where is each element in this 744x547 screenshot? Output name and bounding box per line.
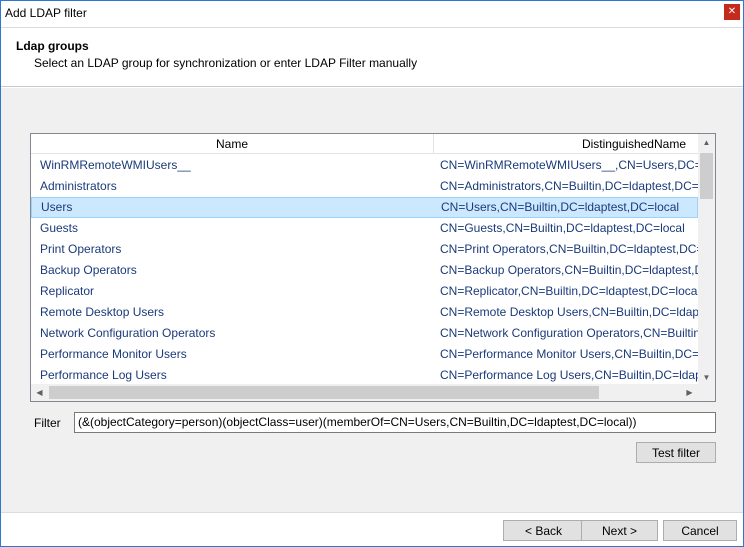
wizard-content: Name DistinguishedName WinRMRemoteWMIUse… [1, 88, 743, 512]
horizontal-scrollbar[interactable]: ◀ ▶ [31, 384, 698, 401]
filter-input[interactable]: (&(objectCategory=person)(objectClass=us… [74, 412, 716, 433]
vertical-scroll-thumb[interactable] [700, 153, 713, 199]
group-name-cell: Performance Log Users [40, 368, 167, 382]
group-name-cell: Backup Operators [40, 263, 137, 277]
list-item[interactable]: Replicator CN=Replicator,CN=Builtin,DC=ld… [31, 281, 698, 302]
horizontal-scroll-thumb[interactable] [49, 386, 599, 399]
scroll-left-icon[interactable]: ◀ [31, 384, 48, 401]
list-item[interactable]: Administrators CN=Administrators,CN=Built… [31, 176, 698, 197]
distinguished-name-cell: CN=Guests,CN=Builtin,DC=ldaptest,DC=loca… [440, 221, 685, 235]
group-name-cell: Replicator [40, 284, 95, 298]
list-item[interactable]: Backup Operators CN=Backup Operators,CN=B… [31, 260, 698, 281]
scroll-right-icon[interactable]: ▶ [681, 384, 698, 401]
title-bar: Add LDAP filter ✕ [1, 1, 743, 27]
group-name-cell: Print Operators [40, 242, 122, 256]
group-name-cell: Network Configuration Operators [40, 326, 216, 340]
close-icon: ✕ [727, 6, 737, 17]
list-item[interactable]: Guests CN=Guests,CN=Builtin,DC=ldaptest,D… [31, 218, 698, 239]
filter-label: Filter [34, 416, 61, 430]
group-name-cell: Performance Monitor Users [40, 347, 187, 361]
column-header-name[interactable]: Name [31, 134, 434, 154]
column-header-distinguished-name[interactable]: DistinguishedName [435, 134, 698, 154]
group-name-cell: Users [41, 200, 73, 214]
ldap-groups-list[interactable]: Name DistinguishedName WinRMRemoteWMIUse… [30, 133, 716, 402]
back-button[interactable]: < Back [503, 520, 584, 541]
distinguished-name-cell: CN=Network Configuration Operators,CN=Bu… [440, 326, 698, 340]
distinguished-name-cell: CN=WinRMRemoteWMIUsers__,CN=Users,DC=lda… [440, 158, 698, 172]
list-item[interactable]: Remote Desktop Users CN=Remote Desktop Us… [31, 302, 698, 323]
distinguished-name-cell: CN=Backup Operators,CN=Builtin,DC=ldapte… [440, 263, 698, 277]
list-item[interactable]: Users CN=Users,CN=Builtin,DC=ldaptest,DC=… [31, 197, 698, 218]
group-name-cell: Remote Desktop Users [40, 305, 165, 319]
distinguished-name-cell: CN=Administrators,CN=Builtin,DC=ldaptest… [440, 179, 698, 193]
close-button[interactable]: ✕ [724, 4, 740, 20]
distinguished-name-cell: CN=Performance Log Users,CN=Builtin,DC=l… [440, 368, 698, 382]
wizard-footer: < Back Next > Cancel [1, 512, 743, 546]
page-title: Ldap groups [16, 39, 89, 53]
distinguished-name-cell: CN=Print Operators,CN=Builtin,DC=ldaptes… [440, 242, 698, 256]
add-ldap-filter-window: Add LDAP filter ✕ Ldap groups Select an … [0, 0, 744, 547]
vertical-scrollbar[interactable]: ▲ ▼ [698, 134, 715, 386]
distinguished-name-cell: CN=Performance Monitor Users,CN=Builtin,… [440, 347, 698, 361]
group-name-cell: Administrators [40, 179, 117, 193]
scroll-up-icon[interactable]: ▲ [698, 134, 715, 151]
page-subtitle: Select an LDAP group for synchronization… [34, 56, 418, 70]
scrollbar-corner [698, 384, 715, 401]
distinguished-name-cell: CN=Users,CN=Builtin,DC=ldaptest,DC=local [441, 200, 680, 214]
group-name-cell: WinRMRemoteWMIUsers__ [40, 158, 191, 172]
distinguished-name-cell: CN=Replicator,CN=Builtin,DC=ldaptest,DC=… [440, 284, 698, 298]
next-button[interactable]: Next > [581, 520, 658, 541]
list-item[interactable]: Performance Monitor Users CN=Performance … [31, 344, 698, 365]
list-item[interactable]: Network Configuration Operators CN=Networ… [31, 323, 698, 344]
list-item[interactable]: Performance Log Users CN=Performance Log … [31, 365, 698, 386]
distinguished-name-cell: CN=Remote Desktop Users,CN=Builtin,DC=ld… [440, 305, 698, 319]
list-item[interactable]: WinRMRemoteWMIUsers__ CN=WinRMRemoteWMIUs… [31, 155, 698, 176]
group-name-cell: Guests [40, 221, 79, 235]
cancel-button[interactable]: Cancel [663, 520, 737, 541]
list-item[interactable]: Print Operators CN=Print Operators,CN=Bui… [31, 239, 698, 260]
column-headers: Name DistinguishedName [31, 134, 698, 154]
test-filter-button[interactable]: Test filter [636, 442, 716, 463]
window-title: Add LDAP filter [5, 6, 87, 20]
list-rows: WinRMRemoteWMIUsers__ CN=WinRMRemoteWMIUs… [31, 155, 698, 386]
wizard-header: Ldap groups Select an LDAP group for syn… [1, 27, 743, 87]
